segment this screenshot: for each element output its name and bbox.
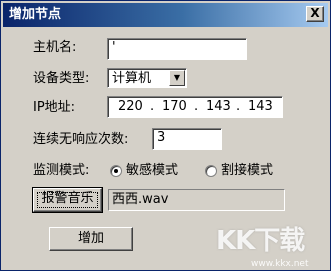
ip-octet-2[interactable]: 170 — [162, 99, 187, 115]
ip-separator: . — [150, 99, 155, 114]
alarm-sound-button[interactable]: 报警音乐 — [32, 187, 103, 213]
close-button[interactable]: X — [306, 6, 324, 22]
add-button[interactable]: 增加 — [49, 227, 133, 251]
watermark-url: www.kkx.net — [251, 259, 309, 269]
device-type-value: 计算机 — [112, 71, 152, 86]
no-response-count-input[interactable]: 3 — [152, 128, 222, 150]
radio-cutover-mode[interactable] — [205, 165, 217, 177]
device-type-label: 设备类型: — [33, 71, 90, 86]
ip-separator: . — [194, 99, 199, 114]
title-bar[interactable]: 增加节点 X — [3, 3, 328, 27]
sensitive-mode-label[interactable]: 敏感模式 — [126, 163, 178, 179]
ip-octet-1[interactable]: 220 — [118, 99, 143, 115]
radio-selected-dot — [114, 169, 118, 173]
cutover-mode-label[interactable]: 割接模式 — [221, 163, 273, 179]
focus-rect — [37, 192, 98, 208]
hostname-input[interactable]: ' — [107, 38, 247, 60]
watermark-logo: KK下载 — [216, 226, 305, 256]
add-node-dialog: 增加节点 X 主机名: ' 设备类型: 计算机 ▼ IP地址: 220 . 17… — [0, 0, 331, 271]
ip-separator: . — [236, 99, 241, 114]
ip-octet-3[interactable]: 143 — [206, 99, 231, 115]
dialog-title: 增加节点 — [9, 7, 62, 22]
radio-sensitive-mode[interactable] — [110, 165, 122, 177]
device-type-select[interactable]: 计算机 ▼ — [107, 68, 187, 88]
ip-address-input[interactable]: 220 . 170 . 143 . 143 — [107, 96, 283, 118]
hostname-label: 主机名: — [33, 40, 77, 55]
ip-octet-4[interactable]: 143 — [248, 99, 273, 115]
ip-label: IP地址: — [33, 100, 76, 115]
no-response-label: 连续无响应次数: — [33, 132, 129, 147]
alarm-sound-file-field: 西西.wav — [108, 189, 285, 211]
monitor-mode-label: 监测模式: — [33, 163, 90, 178]
chevron-down-icon[interactable]: ▼ — [169, 70, 185, 86]
